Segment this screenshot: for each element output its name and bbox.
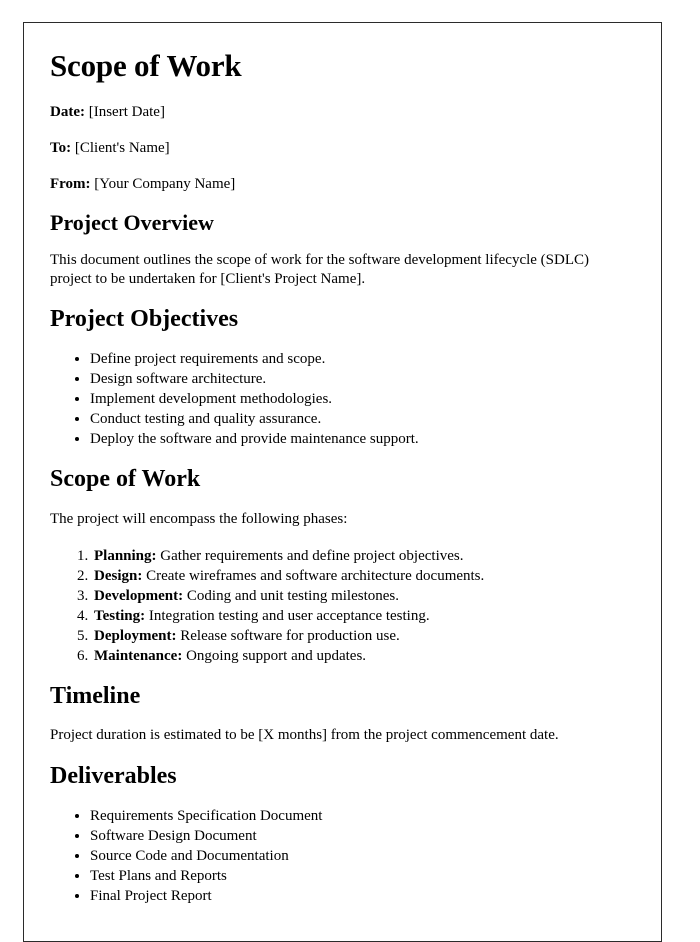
phase-text: Integration testing and user acceptance …: [148, 607, 430, 624]
section-project-objectives: Project Objectives Define project requir…: [50, 306, 635, 448]
page-title: Scope of Work: [50, 48, 242, 83]
paragraph-project-overview: This document outlines the scope of work…: [50, 251, 590, 287]
phase-label: Deployment:: [94, 627, 177, 644]
phase-text: Gather requirements and define project o…: [160, 547, 464, 564]
heading-project-objectives: Project Objectives: [50, 306, 239, 333]
phase-label: Maintenance:: [94, 647, 183, 664]
meta-value-to: [Client's Name]: [74, 139, 170, 156]
list-deliverables: Requirements Specification Document Soft…: [50, 807, 635, 905]
list-item: Deploy the software and provide maintena…: [90, 430, 635, 448]
meta-value-date: [Insert Date]: [88, 104, 165, 121]
list-item: Conduct testing and quality assurance.: [90, 410, 635, 428]
list-item: Design: Create wireframes and software a…: [92, 567, 635, 585]
document-body: Scope of Work Date: [Insert Date] To: [C…: [24, 23, 661, 905]
list-item: Planning: Gather requirements and define…: [92, 547, 635, 565]
list-item: Development: Coding and unit testing mil…: [92, 587, 635, 605]
phase-label: Development:: [94, 587, 184, 604]
list-item: Implement development methodologies.: [90, 390, 635, 408]
list-item: Maintenance: Ongoing support and updates…: [92, 647, 635, 665]
meta-line-date: Date: [Insert Date]: [50, 103, 635, 122]
phase-label: Design:: [94, 567, 143, 584]
meta-value-from: [Your Company Name]: [94, 175, 236, 192]
list-item: Source Code and Documentation: [90, 847, 635, 865]
meta-label-date: Date:: [50, 104, 85, 121]
heading-timeline: Timeline: [50, 682, 141, 709]
heading-scope-of-work: Scope of Work: [50, 466, 201, 493]
document-page: Scope of Work Date: [Insert Date] To: [C…: [23, 22, 662, 942]
list-item: Test Plans and Reports: [90, 867, 635, 885]
heading-deliverables: Deliverables: [50, 762, 177, 789]
list-item: Testing: Integration testing and user ac…: [92, 607, 635, 625]
section-timeline: Timeline Project duration is estimated t…: [50, 683, 635, 745]
section-deliverables: Deliverables Requirements Specification …: [50, 763, 635, 905]
list-item: Define project requirements and scope.: [90, 350, 635, 368]
section-scope-of-work: Scope of Work The project will encompass…: [50, 466, 635, 664]
phase-label: Testing:: [94, 607, 146, 624]
paragraph-scope-of-work: The project will encompass the following…: [50, 510, 348, 527]
phase-text: Create wireframes and software architect…: [146, 567, 485, 584]
phase-text: Coding and unit testing milestones.: [186, 587, 399, 604]
list-item: Final Project Report: [90, 887, 635, 905]
list-item: Software Design Document: [90, 827, 635, 845]
list-scope-phases: Planning: Gather requirements and define…: [50, 547, 635, 665]
meta-line-from: From: [Your Company Name]: [50, 175, 635, 194]
paragraph-timeline: Project duration is estimated to be [X m…: [50, 727, 559, 744]
meta-label-to: To:: [50, 139, 72, 156]
list-item: Deployment: Release software for product…: [92, 627, 635, 645]
section-project-overview: Project Overview This document outlines …: [50, 210, 635, 288]
list-item: Requirements Specification Document: [90, 807, 635, 825]
meta-label-from: From:: [50, 175, 91, 192]
phase-text: Ongoing support and updates.: [186, 647, 367, 664]
document-metadata: Date: [Insert Date] To: [Client's Name] …: [50, 103, 635, 193]
phase-text: Release software for production use.: [180, 627, 400, 644]
phase-label: Planning:: [94, 547, 157, 564]
meta-line-to: To: [Client's Name]: [50, 139, 635, 158]
list-project-objectives: Define project requirements and scope. D…: [50, 350, 635, 448]
list-item: Design software architecture.: [90, 370, 635, 388]
heading-project-overview: Project Overview: [50, 210, 214, 236]
